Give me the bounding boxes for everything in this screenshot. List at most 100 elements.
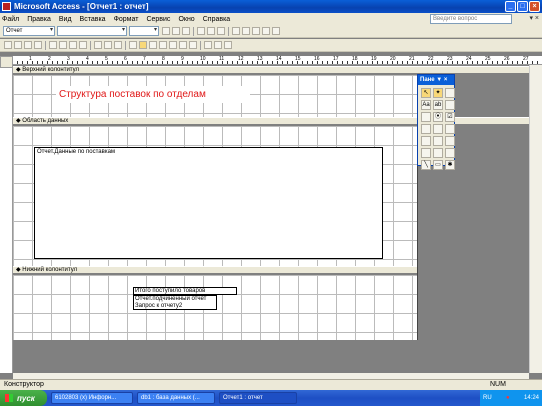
font-color-icon[interactable] [242,27,250,35]
button-tool-icon[interactable] [445,124,455,134]
ruler-tick [142,61,143,64]
ruler-tick [477,61,478,64]
toolbox-title[interactable]: Пане ▼ × [418,75,454,85]
doc-close-icon[interactable]: ▾ × [529,14,539,22]
toolbox-palette[interactable]: Пане ▼ × ↖ ✦ Aa ab ⦿ ☑ ╲ ▭ ✱ [417,74,455,170]
textbox-tool-icon[interactable]: ab [433,100,443,110]
help-icon[interactable] [224,41,232,49]
total-label[interactable]: Итого поступило товаров [133,287,237,295]
size-combo[interactable] [129,26,159,36]
access-icon [2,2,11,11]
format-painter-icon[interactable] [79,41,87,49]
ruler-tick [57,61,58,64]
tab-control-icon[interactable] [433,148,443,158]
copy-icon[interactable] [59,41,67,49]
report-title-label[interactable]: Структура поставок по отделам [56,86,250,103]
align-center-icon[interactable] [207,27,215,35]
unbound-frame-icon[interactable] [433,136,443,146]
vertical-scrollbar[interactable] [529,65,542,373]
toggle-button-icon[interactable] [421,112,431,122]
toolbox-icon[interactable] [139,41,147,49]
listbox-tool-icon[interactable] [433,124,443,134]
ruler-tick [382,61,383,64]
ruler-tick [447,61,448,64]
ruler-tick [312,61,313,64]
build-icon[interactable] [189,41,197,49]
properties-icon[interactable] [179,41,187,49]
font-combo[interactable] [57,26,127,36]
save-icon[interactable] [14,41,22,49]
option-button-icon[interactable]: ⦿ [433,112,443,122]
blank-tool-icon [445,88,455,98]
new-object-icon[interactable] [214,41,222,49]
fill-color-icon[interactable] [232,27,240,35]
ruler-tick [52,61,53,64]
code-icon[interactable] [169,41,177,49]
select-objects-icon[interactable]: ↖ [421,88,431,98]
view-icon[interactable] [4,41,12,49]
menu-view[interactable]: Вид [55,16,76,23]
task-item-2[interactable]: db1 : база данных (... [137,392,215,404]
task-item-3[interactable]: Отчет1 : отчет [219,392,297,404]
subform-control[interactable]: Отчет.Данные по поставкам [34,147,383,259]
align-left-icon[interactable] [197,27,205,35]
menu-file[interactable]: Файл [0,16,23,23]
line-color-icon[interactable] [252,27,260,35]
special-effect-icon[interactable] [272,27,280,35]
page-break-icon[interactable] [421,148,431,158]
redo-icon[interactable] [104,41,112,49]
object-combo[interactable]: Отчет [3,26,55,36]
menu-format[interactable]: Формат [110,16,143,23]
checkbox-tool-icon[interactable]: ☑ [445,112,455,122]
undo-icon[interactable] [94,41,102,49]
subform-tool-icon[interactable] [445,148,455,158]
ruler-tick [357,61,358,64]
ruler-tick [137,61,138,64]
preview-icon[interactable] [34,41,42,49]
bound-frame-icon[interactable] [445,136,455,146]
menu-window[interactable]: Окно [174,16,198,23]
align-right-icon[interactable] [217,27,225,35]
label-tool-icon[interactable]: Aa [421,100,431,110]
sorting-grouping-icon[interactable] [149,41,157,49]
maximize-button[interactable]: □ [517,1,528,12]
task-item-1[interactable]: 6102803 (x) Инфорн... [51,392,133,404]
start-button[interactable]: пуск [0,390,47,406]
line-tool-icon[interactable]: ╲ [421,160,431,170]
menu-tools[interactable]: Сервис [142,16,174,23]
ruler-tick [47,61,48,64]
tray-icon[interactable]: ● [506,395,510,401]
field-list-icon[interactable] [129,41,137,49]
ruler-corner[interactable] [0,56,13,68]
menu-help[interactable]: Справка [199,16,234,23]
ruler-tick [107,61,108,64]
rectangle-tool-icon[interactable]: ▭ [433,160,443,170]
print-icon[interactable] [24,41,32,49]
hyperlink-icon[interactable] [114,41,122,49]
control-wizards-icon[interactable]: ✦ [433,88,443,98]
close-button[interactable]: × [529,1,540,12]
underline-icon[interactable] [182,27,190,35]
paste-icon[interactable] [69,41,77,49]
ruler-tick [112,61,113,64]
menu-edit[interactable]: Правка [23,16,55,23]
section-header-bar[interactable]: ◆ Верхний колонтитул [13,66,529,74]
combobox-tool-icon[interactable] [421,124,431,134]
option-group-icon[interactable] [445,100,455,110]
bold-icon[interactable] [162,27,170,35]
ruler-tick [237,61,238,64]
help-search-input[interactable]: Введите вопрос [430,14,512,24]
image-tool-icon[interactable] [421,136,431,146]
ruler-tick [182,61,183,64]
language-indicator[interactable]: RU [483,395,492,401]
italic-icon[interactable] [172,27,180,35]
minimize-button[interactable]: _ [505,1,516,12]
menu-insert[interactable]: Вставка [76,16,110,23]
database-window-icon[interactable] [204,41,212,49]
start-label: пуск [17,393,35,403]
cut-icon[interactable] [49,41,57,49]
subreport-label[interactable]: Отчет.подчиненный отчет Запрос к отчету2 [133,295,217,310]
more-controls-icon[interactable]: ✱ [445,160,455,170]
line-width-icon[interactable] [262,27,270,35]
autoformat-icon[interactable] [159,41,167,49]
